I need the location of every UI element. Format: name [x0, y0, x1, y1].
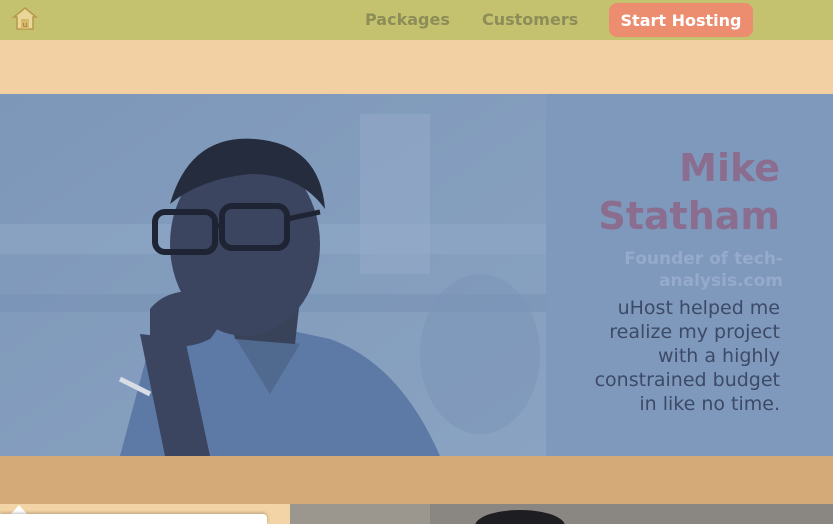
nav-packages-link[interactable]: Packages: [365, 10, 450, 29]
start-hosting-button[interactable]: Start Hosting: [609, 3, 753, 37]
customer-testimonial: Mike Statham Founder of tech- analysis.c…: [0, 94, 833, 456]
section-spacer-bottom: [0, 456, 833, 504]
testimonial-text-block: Mike Statham Founder of tech- analysis.c…: [550, 144, 783, 416]
status-tooltip: [0, 514, 267, 524]
section-spacer-top: [0, 40, 833, 94]
customer-role: Founder of tech- analysis.com: [624, 249, 783, 291]
nav-customers-link[interactable]: Customers: [482, 10, 578, 29]
next-testimonial-photo: [290, 504, 833, 524]
status-tooltip-arrow: [11, 505, 27, 514]
uhost-logo-icon[interactable]: u: [11, 6, 39, 32]
customer-quote: uHost helped me realize my project with …: [594, 297, 780, 415]
svg-text:u: u: [23, 21, 27, 29]
customer-portrait-photo: [0, 94, 546, 456]
customer-name: Mike Statham: [598, 146, 780, 238]
site-header: u Packages Customers Start Hosting: [0, 0, 833, 40]
